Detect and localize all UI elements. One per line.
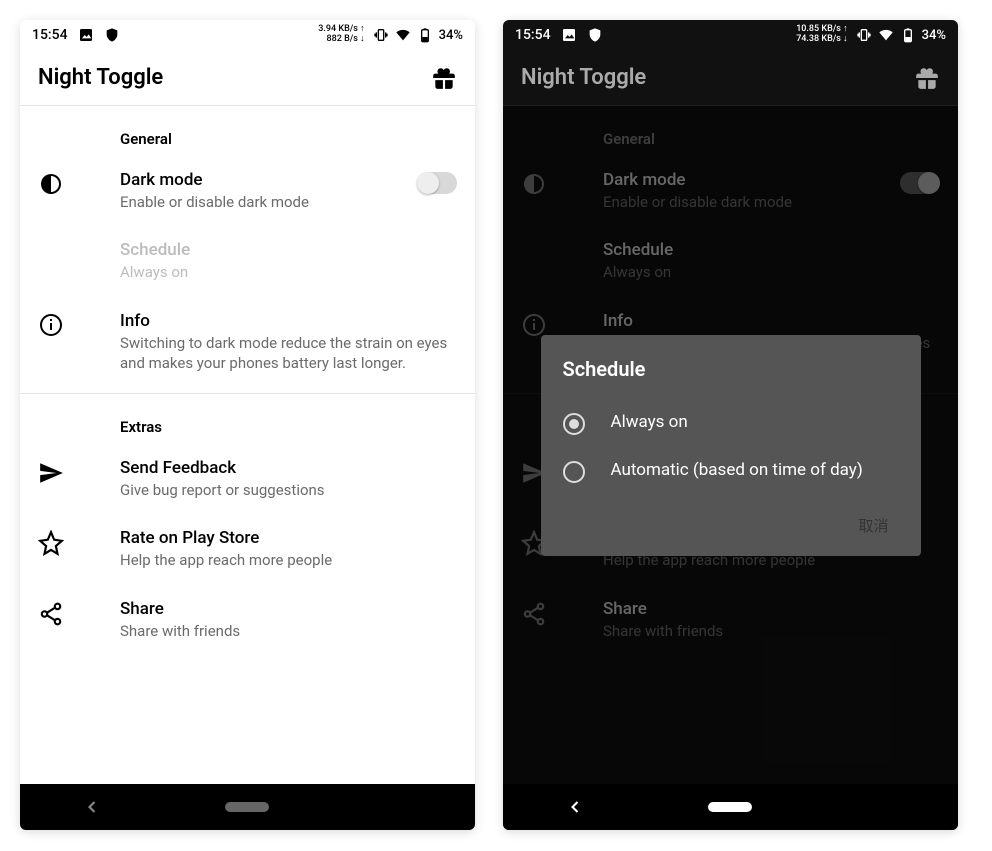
shield-icon <box>587 27 603 43</box>
row-schedule: Schedule Always on <box>20 226 475 296</box>
battery-icon <box>900 27 916 43</box>
shield-icon <box>104 27 120 43</box>
dialog-title: Schedule <box>563 357 899 381</box>
phone-light: 15:54 3.94 KB/s ↑ 882 B/s ↓ 34% Night To… <box>20 20 475 830</box>
battery-percent: 34% <box>439 28 463 43</box>
share-title: Share <box>120 599 457 619</box>
home-pill[interactable] <box>225 802 269 812</box>
phone-dark: 15:54 10.85 KB/s ↑ 74.38 KB/s ↓ 34% Nigh… <box>503 20 958 830</box>
dialog-option-automatic[interactable]: Automatic (based on time of day) <box>563 447 899 495</box>
row-dark-mode[interactable]: Dark mode Enable or disable dark mode <box>20 156 475 226</box>
gift-icon[interactable] <box>431 65 457 91</box>
image-icon <box>561 27 577 43</box>
page-title: Night Toggle <box>521 65 646 90</box>
page-title: Night Toggle <box>38 65 163 90</box>
section-header-extras: Extras <box>20 394 475 444</box>
net-speed: 3.94 KB/s ↑ 882 B/s ↓ <box>318 25 364 45</box>
dialog-scrim[interactable]: Schedule Always on Automatic (based on t… <box>503 106 958 784</box>
app-bar: Night Toggle <box>503 50 958 106</box>
home-pill[interactable] <box>708 802 752 812</box>
cancel-button[interactable]: 取消 <box>848 507 898 544</box>
schedule-sub: Always on <box>120 262 457 282</box>
vibrate-icon <box>856 27 872 43</box>
contrast-icon <box>39 172 63 196</box>
content: General Dark mode Enable or disable dark… <box>20 106 475 784</box>
dark-mode-sub: Enable or disable dark mode <box>120 192 391 212</box>
status-time: 15:54 <box>515 27 551 43</box>
gift-icon[interactable] <box>914 65 940 91</box>
schedule-dialog: Schedule Always on Automatic (based on t… <box>541 335 921 556</box>
send-icon <box>38 460 64 486</box>
net-speed: 10.85 KB/s ↑ 74.38 KB/s ↓ <box>796 25 847 45</box>
info-sub: Switching to dark mode reduce the strain… <box>120 333 457 374</box>
status-time: 15:54 <box>32 27 68 43</box>
dark-mode-switch[interactable] <box>417 172 457 194</box>
status-bar: 15:54 3.94 KB/s ↑ 882 B/s ↓ 34% <box>20 20 475 50</box>
nav-bar <box>503 784 958 830</box>
rate-title: Rate on Play Store <box>120 528 457 548</box>
share-icon <box>38 601 64 627</box>
wifi-icon <box>395 27 411 43</box>
image-icon <box>78 27 94 43</box>
dark-mode-title: Dark mode <box>120 170 391 190</box>
radio-icon <box>563 461 585 483</box>
row-feedback[interactable]: Send Feedback Give bug report or suggest… <box>20 444 475 514</box>
wifi-icon <box>878 27 894 43</box>
radio-selected-icon <box>563 413 585 435</box>
section-header-general: General <box>20 106 475 156</box>
dialog-option-always-on[interactable]: Always on <box>563 399 899 447</box>
feedback-title: Send Feedback <box>120 458 457 478</box>
schedule-title: Schedule <box>120 240 457 260</box>
row-rate[interactable]: Rate on Play Store Help the app reach mo… <box>20 514 475 584</box>
star-icon <box>38 530 64 556</box>
vibrate-icon <box>373 27 389 43</box>
option-label: Automatic (based on time of day) <box>611 459 863 482</box>
status-bar: 15:54 10.85 KB/s ↑ 74.38 KB/s ↓ 34% <box>503 20 958 50</box>
back-icon[interactable] <box>82 797 102 817</box>
share-sub: Share with friends <box>120 621 457 641</box>
back-icon[interactable] <box>565 797 585 817</box>
rate-sub: Help the app reach more people <box>120 550 457 570</box>
option-label: Always on <box>611 411 688 434</box>
battery-icon <box>417 27 433 43</box>
info-icon <box>39 313 63 337</box>
row-info: Info Switching to dark mode reduce the s… <box>20 297 475 388</box>
battery-percent: 34% <box>922 28 946 43</box>
row-share[interactable]: Share Share with friends <box>20 585 475 655</box>
app-bar: Night Toggle <box>20 50 475 106</box>
info-title: Info <box>120 311 457 331</box>
nav-bar <box>20 784 475 830</box>
feedback-sub: Give bug report or suggestions <box>120 480 457 500</box>
